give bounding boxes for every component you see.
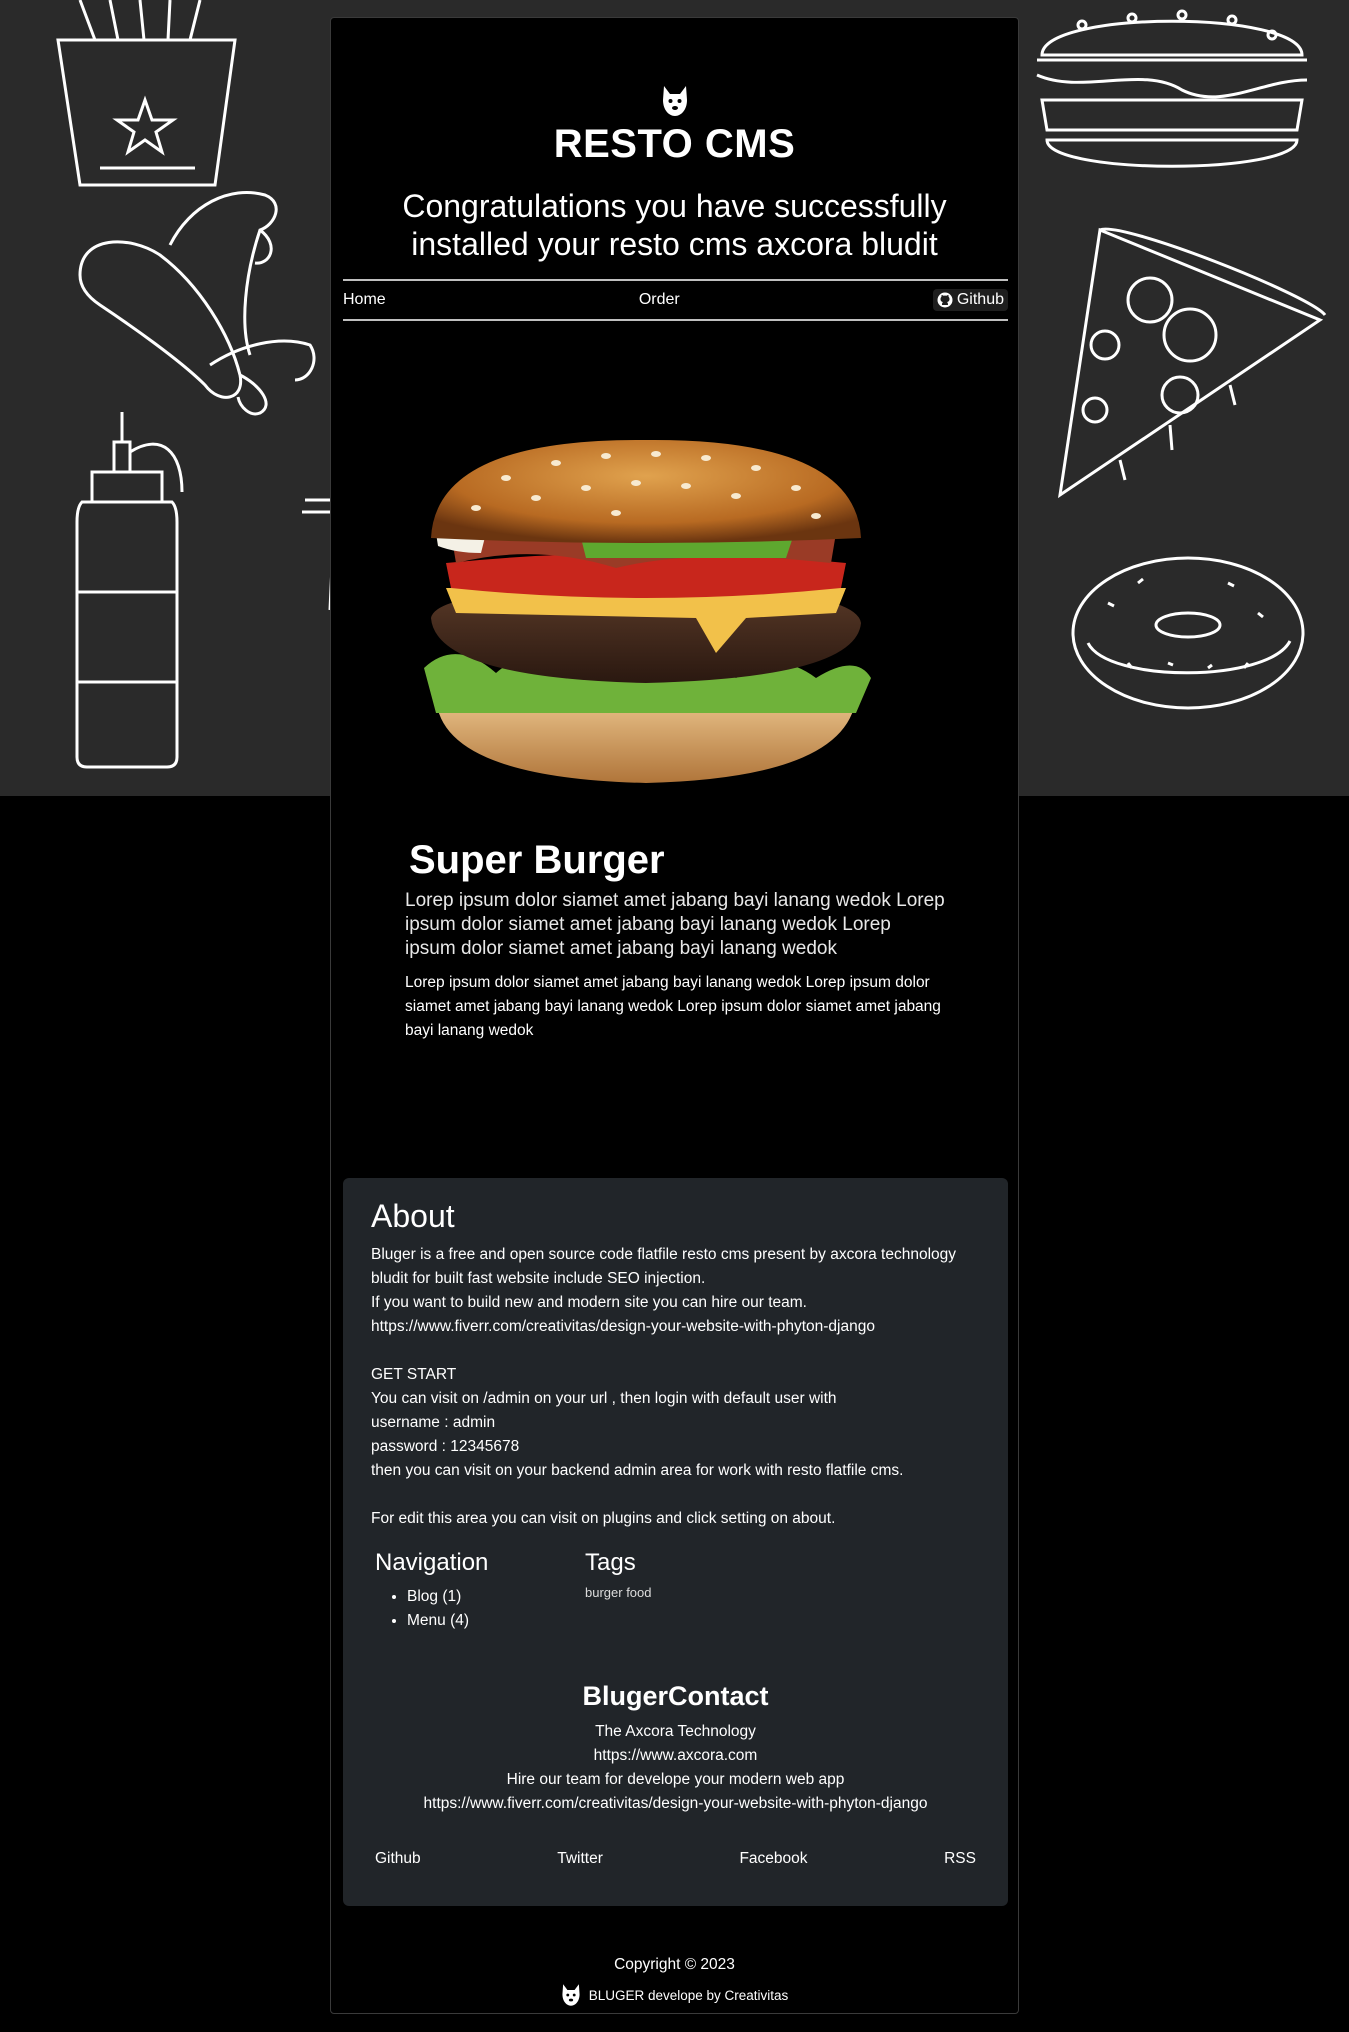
contact-company: The Axcora Technology xyxy=(595,1723,756,1740)
page-footer: Copyright © 2023 BLUGER develope by Crea… xyxy=(331,1956,1018,2008)
social-github-link[interactable]: Github xyxy=(375,1850,421,1868)
dog-logo-icon xyxy=(562,1984,580,2006)
tags-column: Tags burger food xyxy=(585,1549,652,1633)
footer-columns: Navigation Blog (1) Menu (4) Tags burger… xyxy=(371,1549,980,1633)
main-container: RESTO CMS Congratulations you have succe… xyxy=(330,17,1019,2014)
nav-home-link[interactable]: Home xyxy=(343,291,386,309)
navigation-title: Navigation xyxy=(375,1549,489,1576)
contact-website-link[interactable]: https://www.axcora.com xyxy=(371,1744,980,1768)
dog-logo-icon xyxy=(662,86,687,116)
fries-doodle-icon xyxy=(56,0,237,187)
post-title[interactable]: Super Burger xyxy=(409,838,945,883)
social-rss-link[interactable]: RSS xyxy=(944,1850,976,1868)
post-content: Super Burger Lorep ipsum dolor siamet am… xyxy=(405,838,945,1043)
contact-title: BlugerContact xyxy=(582,1681,769,1711)
about-card: About Bluger is a free and open source c… xyxy=(343,1178,1008,1906)
contact-section: BlugerContact The Axcora Technology http… xyxy=(371,1681,980,1816)
nav-order-link[interactable]: Order xyxy=(639,291,680,309)
credit-line: BLUGER develope by Creativitas xyxy=(331,1982,1018,2008)
site-header: RESTO CMS Congratulations you have succe… xyxy=(331,18,1018,263)
navigation-column: Navigation Blog (1) Menu (4) xyxy=(375,1549,585,1633)
navigation-list: Blog (1) Menu (4) xyxy=(375,1585,585,1633)
site-subtitle: Congratulations you have successfully in… xyxy=(402,188,947,262)
donut-doodle-icon xyxy=(1071,556,1305,710)
nav-github-label: Github xyxy=(956,291,1004,308)
main-navigation: Home Order Github xyxy=(343,279,1008,321)
social-twitter-link[interactable]: Twitter xyxy=(557,1850,603,1868)
tags-title: Tags xyxy=(585,1549,636,1576)
github-icon xyxy=(937,292,953,308)
navigation-item-menu[interactable]: Menu (4) xyxy=(407,1609,585,1633)
site-title: RESTO CMS xyxy=(553,122,796,166)
social-facebook-link[interactable]: Facebook xyxy=(739,1850,807,1868)
post-lead: Lorep ipsum dolor siamet amet jabang bay… xyxy=(405,890,945,959)
navigation-item-blog[interactable]: Blog (1) xyxy=(407,1585,585,1609)
contact-hire-text: Hire our team for develope your modern w… xyxy=(506,1771,845,1788)
about-text: Bluger is a free and open source code fl… xyxy=(371,1246,957,1527)
social-links: Github Twitter Facebook RSS xyxy=(371,1850,980,1868)
nav-github-button[interactable]: Github xyxy=(932,289,1008,311)
about-title: About xyxy=(371,1198,455,1234)
credit-text[interactable]: BLUGER develope by Creativitas xyxy=(589,1988,789,2003)
contact-fiverr-link[interactable]: https://www.fiverr.com/creativitas/desig… xyxy=(371,1792,980,1816)
burger-doodle-icon xyxy=(1036,9,1308,168)
tag-link[interactable]: burger food xyxy=(585,1585,652,1600)
post-body: Lorep ipsum dolor siamet amet jabang bay… xyxy=(405,974,941,1039)
super-burger-image xyxy=(424,439,871,783)
sauce-bottle-doodle-icon xyxy=(75,412,184,769)
chicken-leg-doodle-icon xyxy=(78,190,316,416)
pizza-slice-doodle-icon xyxy=(1058,227,1327,499)
copyright-text: Copyright © 2023 xyxy=(614,1956,735,1973)
